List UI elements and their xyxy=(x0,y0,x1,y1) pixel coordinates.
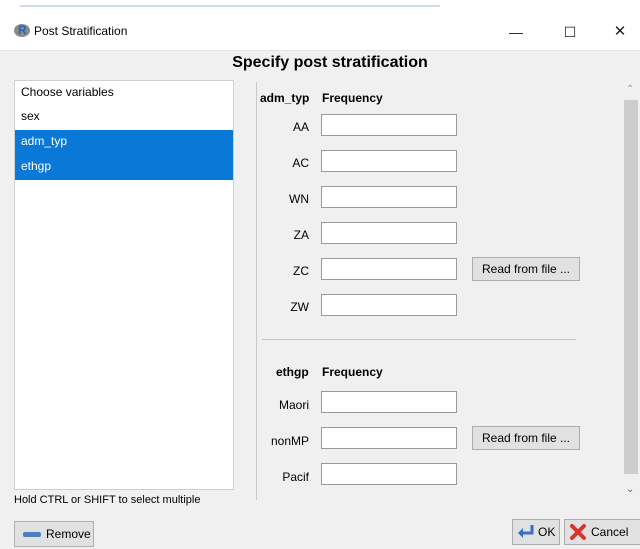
background-window-strip xyxy=(0,0,640,12)
close-button[interactable]: ✕ xyxy=(600,20,640,44)
cancel-label: Cancel xyxy=(591,525,629,539)
r-app-icon: R xyxy=(14,23,30,37)
ok-button[interactable]: OK xyxy=(512,519,560,545)
maximize-button[interactable]: ☐ xyxy=(550,20,590,44)
frequency-header: Frequency xyxy=(322,365,383,379)
frequency-field[interactable] xyxy=(321,114,457,136)
read-from-file-button[interactable]: Read from file ... xyxy=(472,426,580,450)
frequency-field[interactable] xyxy=(321,463,457,485)
variable-list[interactable]: Choose variables sex adm_typ ethgp xyxy=(14,80,234,490)
level-label: ZW xyxy=(290,300,309,314)
level-label: nonMP xyxy=(270,434,309,448)
frequency-field[interactable] xyxy=(321,427,457,449)
read-from-file-button[interactable]: Read from file ... xyxy=(472,257,580,281)
frequency-field[interactable] xyxy=(321,150,457,172)
list-item[interactable]: ethgp xyxy=(15,155,233,180)
remove-icon xyxy=(23,532,41,537)
list-header: Choose variables xyxy=(21,85,114,99)
list-item[interactable]: sex xyxy=(15,105,233,130)
scroll-thumb[interactable] xyxy=(624,100,638,474)
frequency-field[interactable] xyxy=(321,391,457,413)
frequency-field[interactable] xyxy=(321,186,457,208)
title-bar[interactable]: R Post Stratification — ☐ ✕ xyxy=(0,12,640,51)
vertical-scrollbar[interactable]: ⌃ ⌄ xyxy=(622,82,640,500)
level-label: Maori xyxy=(278,398,309,412)
scroll-up-icon[interactable]: ⌃ xyxy=(626,84,634,95)
level-label: ZA xyxy=(293,228,309,242)
list-item[interactable]: adm_typ xyxy=(15,130,233,155)
level-label: AC xyxy=(292,156,309,170)
ok-label: OK xyxy=(538,525,556,539)
frequency-field[interactable] xyxy=(321,222,457,244)
scroll-down-icon[interactable]: ⌄ xyxy=(626,484,634,495)
frequency-field[interactable] xyxy=(321,258,457,280)
selection-hint: Hold CTRL or SHIFT to select multiple xyxy=(14,494,201,506)
frequency-header: Frequency xyxy=(322,91,383,105)
frequency-field[interactable] xyxy=(321,294,457,316)
page-title: Specify post stratification xyxy=(232,54,428,71)
level-label: AA xyxy=(292,120,309,134)
group-separator xyxy=(262,339,576,340)
remove-label: Remove xyxy=(46,527,91,541)
level-label: Pacif xyxy=(282,470,309,484)
level-label: WN xyxy=(289,192,309,206)
level-label: ZC xyxy=(293,264,309,278)
remove-button[interactable]: Remove xyxy=(14,521,94,547)
window-title: Post Stratification xyxy=(34,24,128,38)
cancel-x-icon xyxy=(570,524,586,540)
return-arrow-icon xyxy=(518,525,534,538)
cancel-button[interactable]: Cancel xyxy=(564,519,640,545)
group-variable-header: adm_typ xyxy=(260,91,310,105)
minimize-button[interactable]: — xyxy=(496,20,536,44)
group-variable-header: ethgp xyxy=(276,365,309,379)
